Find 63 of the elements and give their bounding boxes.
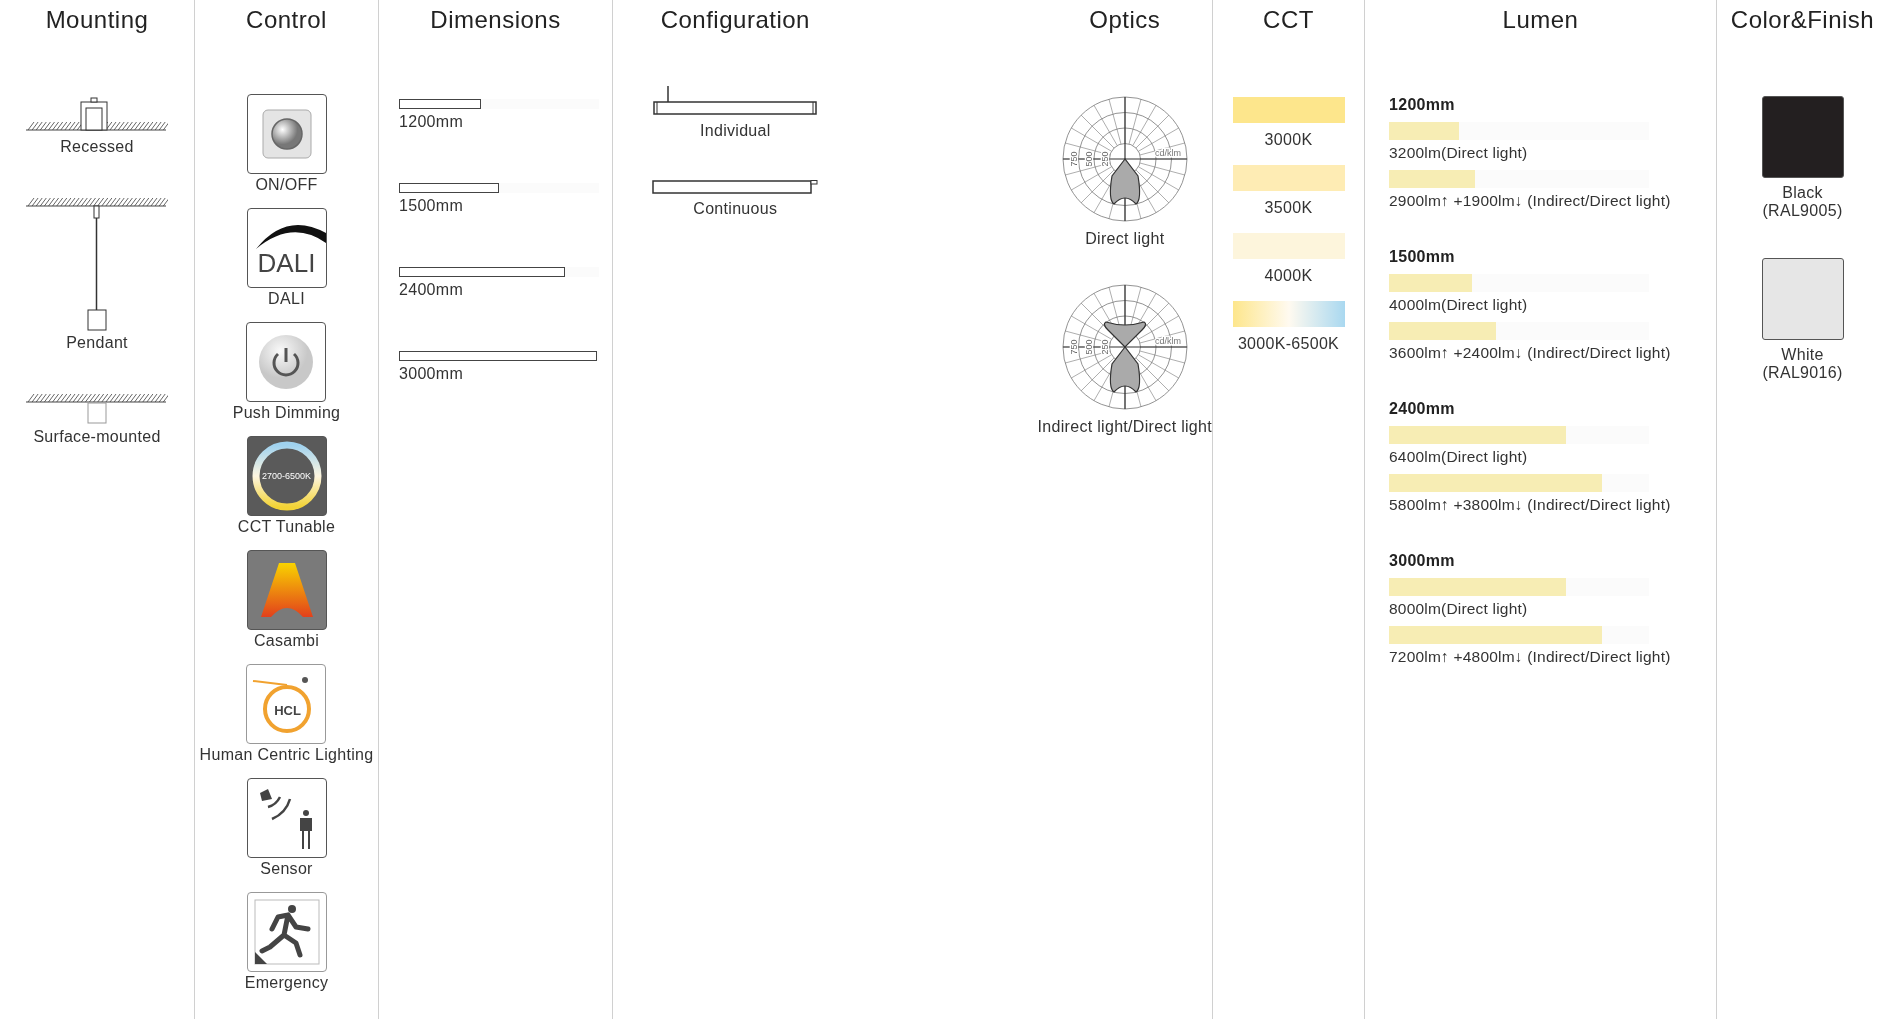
- light-distribution-lobe: [1109, 158, 1140, 205]
- configuration-label: Individual: [700, 122, 771, 140]
- light-distribution-lobe: [1103, 321, 1146, 393]
- lumen-value: 3200lm(Direct light): [1389, 144, 1528, 162]
- mounting-label: Pendant: [66, 334, 128, 352]
- length-label: 1500mm: [399, 197, 464, 215]
- column-heading: Mounting: [45, 6, 149, 34]
- column-heading: Optics: [1089, 6, 1161, 34]
- optics-label: Indirect light/Direct light: [1037, 418, 1212, 436]
- length-heading: 1500mm: [1389, 248, 1455, 266]
- control-label: Casambi: [253, 632, 320, 650]
- color-temperature-label: 3000K: [1264, 131, 1313, 149]
- column-heading: Configuration: [660, 6, 810, 34]
- motion-sensor-icon: [246, 778, 327, 858]
- column-heading: Control: [246, 6, 327, 34]
- length-heading: 2400mm: [1389, 400, 1455, 418]
- color-temperature-ring-icon: 2700-6500K: [246, 436, 327, 516]
- length-heading: 1200mm: [1389, 96, 1455, 114]
- length-heading: 3000mm: [1389, 552, 1455, 570]
- axis-tick-label: 500: [1083, 151, 1094, 167]
- length-label: 2400mm: [399, 281, 464, 299]
- dali-logo-icon: DALI: [246, 208, 327, 288]
- axis-tick-label: 250: [1099, 339, 1110, 355]
- axis-tick-label: 750: [1068, 339, 1079, 355]
- lumen-value: 2900lm↑ +1900lm↓ (Indirect/Direct light): [1389, 192, 1671, 210]
- column-heading: Lumen: [1502, 6, 1579, 34]
- running-person-icon: [246, 892, 327, 972]
- column-heading: Color&Finish: [1730, 6, 1875, 34]
- color-temperature-label: 3500K: [1264, 199, 1313, 217]
- finish-name: Black: [1782, 184, 1823, 202]
- hcl-logo-icon: HCL: [246, 664, 327, 744]
- power-button-icon: [246, 322, 327, 402]
- lumen-value: 7200lm↑ +4800lm↓ (Indirect/Direct light): [1389, 648, 1671, 666]
- color-temperature-label: 3000K-6500K: [1237, 335, 1340, 353]
- column-heading: Dimensions: [430, 6, 561, 34]
- finish-code: (RAL9016): [1762, 364, 1843, 382]
- axis-tick-label: 750: [1068, 151, 1079, 167]
- control-label: ON/OFF: [255, 176, 318, 194]
- optics-label: Direct light: [1085, 230, 1165, 248]
- finish-name: White: [1781, 346, 1824, 364]
- column-heading: CCT: [1263, 6, 1314, 34]
- casambi-logo-icon: [246, 550, 327, 630]
- length-label: 3000mm: [399, 365, 464, 383]
- control-label: Human Centric Lighting: [199, 746, 374, 764]
- axis-tick-label: 250: [1099, 151, 1110, 167]
- lumen-value: 6400lm(Direct light): [1389, 448, 1528, 466]
- lumen-value: 5800lm↑ +3800lm↓ (Indirect/Direct light): [1389, 496, 1671, 514]
- mounting-label: Surface-mounted: [33, 428, 161, 446]
- lumen-value: 4000lm(Direct light): [1389, 296, 1528, 314]
- mounting-label: Recessed: [60, 138, 134, 156]
- control-label: Push Dimming: [232, 404, 341, 422]
- control-label: CCT Tunable: [237, 518, 336, 536]
- lumen-value: 3600lm↑ +2400lm↓ (Indirect/Direct light): [1389, 344, 1671, 362]
- control-label: Sensor: [260, 860, 313, 878]
- finish-code: (RAL9005): [1762, 202, 1843, 220]
- switch-icon: [246, 94, 327, 174]
- control-label: Emergency: [244, 974, 329, 992]
- axis-tick-label: 500: [1083, 339, 1094, 355]
- color-temperature-label: 4000K: [1264, 267, 1313, 285]
- lumen-value: 8000lm(Direct light): [1389, 600, 1528, 618]
- control-label: DALI: [268, 290, 305, 308]
- length-label: 1200mm: [399, 113, 464, 131]
- configuration-label: Continuous: [693, 200, 778, 218]
